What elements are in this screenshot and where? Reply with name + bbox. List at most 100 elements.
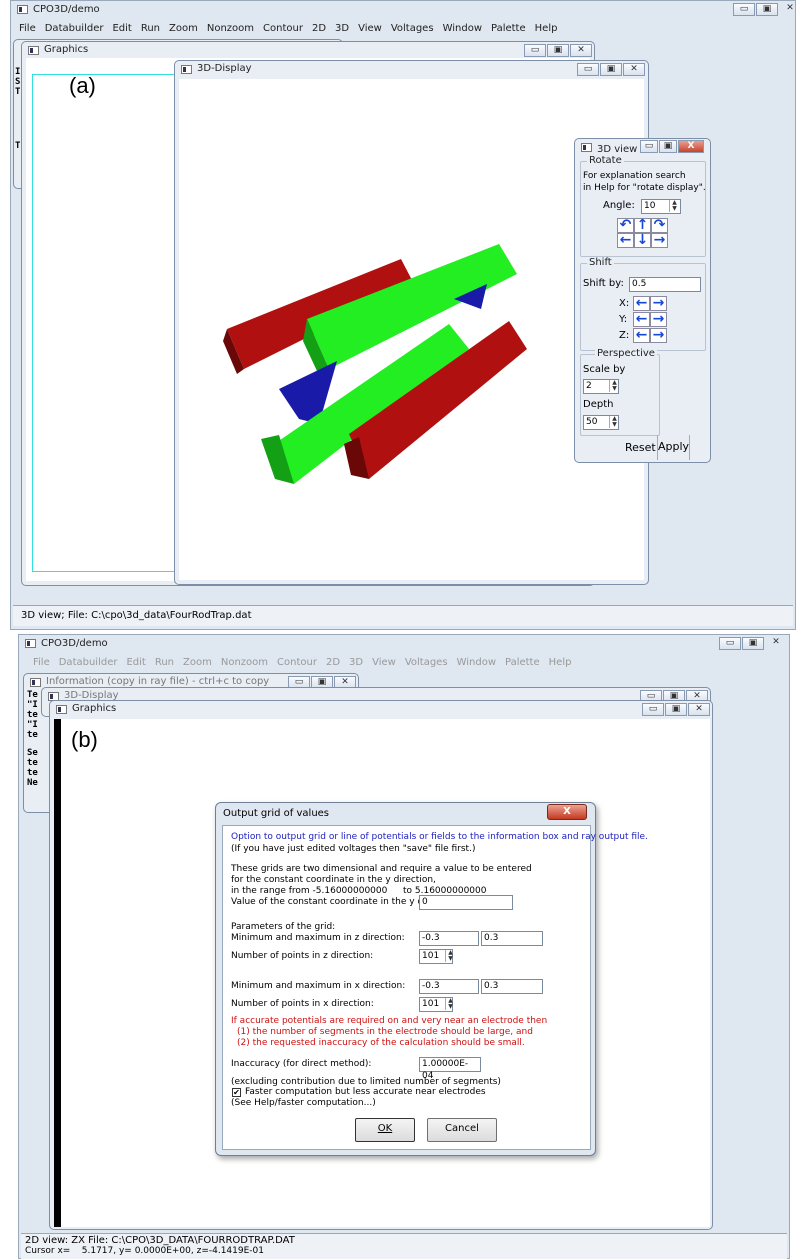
scale-label: Scale by	[583, 364, 626, 375]
minimize-icon[interactable]: ▭	[642, 703, 664, 716]
menu-2d[interactable]: 2D	[312, 23, 326, 34]
menu-contour[interactable]: Contour	[277, 657, 317, 668]
close-icon[interactable]: ✕	[779, 3, 796, 16]
menu-help[interactable]: Help	[535, 23, 558, 34]
menu-palette[interactable]: Palette	[505, 657, 540, 668]
apply-button[interactable]: Apply	[657, 435, 690, 460]
panel-a-label: (a)	[69, 73, 96, 98]
inaccuracy-label: Inaccuracy (for direct method):	[231, 1059, 372, 1069]
maximize-icon[interactable]: ▣	[665, 703, 687, 716]
x-max-input[interactable]: 0.3	[481, 979, 543, 994]
shift-z-right-icon[interactable]: →	[650, 328, 667, 343]
minimize-icon[interactable]: ▭	[524, 44, 546, 57]
menu-databuilder[interactable]: Databuilder	[45, 23, 104, 34]
rotate-explanation-2: in Help for "rotate display".	[583, 183, 706, 193]
menu-zoom[interactable]: Zoom	[183, 657, 212, 668]
menu-nonzoom[interactable]: Nonzoom	[207, 23, 254, 34]
dialog-close-button[interactable]: X	[547, 804, 587, 820]
exclusion-note: (excluding contribution due to limited n…	[231, 1077, 501, 1087]
menu-contour[interactable]: Contour	[263, 23, 303, 34]
view3d-window[interactable]: 3D view ▭ ▣ X Rotate For explanation sea…	[574, 138, 711, 463]
menu-run[interactable]: Run	[155, 657, 174, 668]
menu-window[interactable]: Window	[457, 657, 496, 668]
perspective-legend: Perspective	[595, 348, 657, 359]
menu-edit[interactable]: Edit	[126, 657, 145, 668]
checkmark-icon: ✔	[233, 1088, 240, 1097]
desc-line-2: for the constant coordinate in the y dir…	[231, 875, 436, 885]
rotate-down-icon[interactable]: ↓	[634, 233, 651, 248]
close-icon[interactable]: ✕	[765, 637, 787, 650]
shift-label: Shift by:	[583, 278, 624, 289]
status-bar: 2D view: ZX File: C:\CPO\3D_DATA\FOURROD…	[21, 1233, 787, 1259]
angle-spinner[interactable]: ▲ ▼	[669, 200, 679, 212]
window-icon	[30, 678, 41, 687]
depth-spinner[interactable]: ▲ ▼	[609, 416, 619, 428]
menu-run[interactable]: Run	[141, 23, 160, 34]
x-min-input[interactable]: -0.3	[419, 979, 479, 994]
maximize-icon[interactable]: ▣	[659, 140, 677, 153]
z-min-input[interactable]: -0.3	[419, 931, 479, 946]
shift-x-right-icon[interactable]: →	[650, 296, 667, 311]
menu-view[interactable]: View	[372, 657, 396, 668]
graphics-window-controls: ▭ ▣ ✕	[524, 44, 592, 57]
rotate-ccw-icon[interactable]: ↶	[617, 218, 634, 233]
minimize-icon[interactable]: ▭	[640, 140, 658, 153]
menu-view[interactable]: View	[358, 23, 382, 34]
rotate-cw-icon[interactable]: ↷	[651, 218, 668, 233]
menu-window[interactable]: Window	[443, 23, 482, 34]
close-icon[interactable]: ✕	[623, 63, 645, 76]
menu-nonzoom[interactable]: Nonzoom	[221, 657, 268, 668]
faster-checkbox[interactable]: ✔	[232, 1088, 241, 1097]
menu-voltages[interactable]: Voltages	[391, 23, 434, 34]
minimize-icon[interactable]: ▭	[733, 3, 755, 16]
maximize-icon[interactable]: ▣	[742, 637, 764, 650]
minimize-icon[interactable]: ▭	[719, 637, 741, 650]
intro-note: (If you have just edited voltages then "…	[231, 844, 476, 854]
rotate-right-icon[interactable]: →	[651, 233, 668, 248]
output-grid-dialog[interactable]: Output grid of values X Option to output…	[215, 802, 648, 1156]
z-max-input[interactable]: 0.3	[481, 931, 543, 946]
minimize-icon[interactable]: ▭	[577, 63, 599, 76]
scale-spinner[interactable]: ▲ ▼	[609, 380, 619, 392]
cancel-button[interactable]: Cancel	[427, 1118, 497, 1142]
const-input[interactable]: 0	[419, 895, 513, 910]
window-icon	[56, 705, 67, 714]
menu-file[interactable]: File	[19, 23, 36, 34]
menu-file[interactable]: File	[33, 657, 50, 668]
menu-voltages[interactable]: Voltages	[405, 657, 448, 668]
z-points-spinner[interactable]: ▲ ▼	[445, 950, 455, 962]
menu-databuilder[interactable]: Databuilder	[59, 657, 118, 668]
panel-b-label: (b)	[71, 727, 98, 752]
close-icon[interactable]: X	[678, 140, 704, 153]
shift-input[interactable]: 0.5	[629, 277, 701, 292]
shift-y-left-icon[interactable]: ←	[633, 312, 650, 327]
maximize-icon[interactable]: ▣	[547, 44, 569, 57]
close-icon[interactable]: ✕	[688, 703, 710, 716]
menu-zoom[interactable]: Zoom	[169, 23, 198, 34]
shift-legend: Shift	[587, 257, 614, 268]
graphics-title: Graphics	[72, 703, 117, 714]
shift-z-left-icon[interactable]: ←	[633, 328, 650, 343]
close-icon[interactable]: ✕	[570, 44, 592, 57]
shift-x-left-icon[interactable]: ←	[633, 296, 650, 311]
menu-2d[interactable]: 2D	[326, 657, 340, 668]
maximize-icon[interactable]: ▣	[756, 3, 778, 16]
menu-edit[interactable]: Edit	[112, 23, 131, 34]
menu-3d[interactable]: 3D	[349, 657, 363, 668]
menu-help[interactable]: Help	[549, 657, 572, 668]
shift-y-right-icon[interactable]: →	[650, 312, 667, 327]
maximize-icon[interactable]: ▣	[600, 63, 622, 76]
app-title: CPO3D/demo	[33, 4, 100, 15]
menu-3d[interactable]: 3D	[335, 23, 349, 34]
depth-label: Depth	[583, 399, 614, 410]
app-window-controls: ▭ ▣ ✕	[733, 3, 796, 16]
inaccuracy-input[interactable]: 1.00000E-04	[419, 1057, 481, 1081]
warning-line-2: (1) the number of segments in the electr…	[237, 1027, 533, 1037]
warning-line-3: (2) the requested inaccuracy of the calc…	[237, 1038, 525, 1048]
menu-palette[interactable]: Palette	[491, 23, 526, 34]
rotate-left-icon[interactable]: ←	[617, 233, 634, 248]
ok-button[interactable]: OK	[355, 1118, 415, 1142]
reset-button[interactable]: Reset	[625, 441, 656, 454]
rotate-up-icon[interactable]: ↑	[634, 218, 651, 233]
x-points-spinner[interactable]: ▲ ▼	[445, 998, 455, 1010]
